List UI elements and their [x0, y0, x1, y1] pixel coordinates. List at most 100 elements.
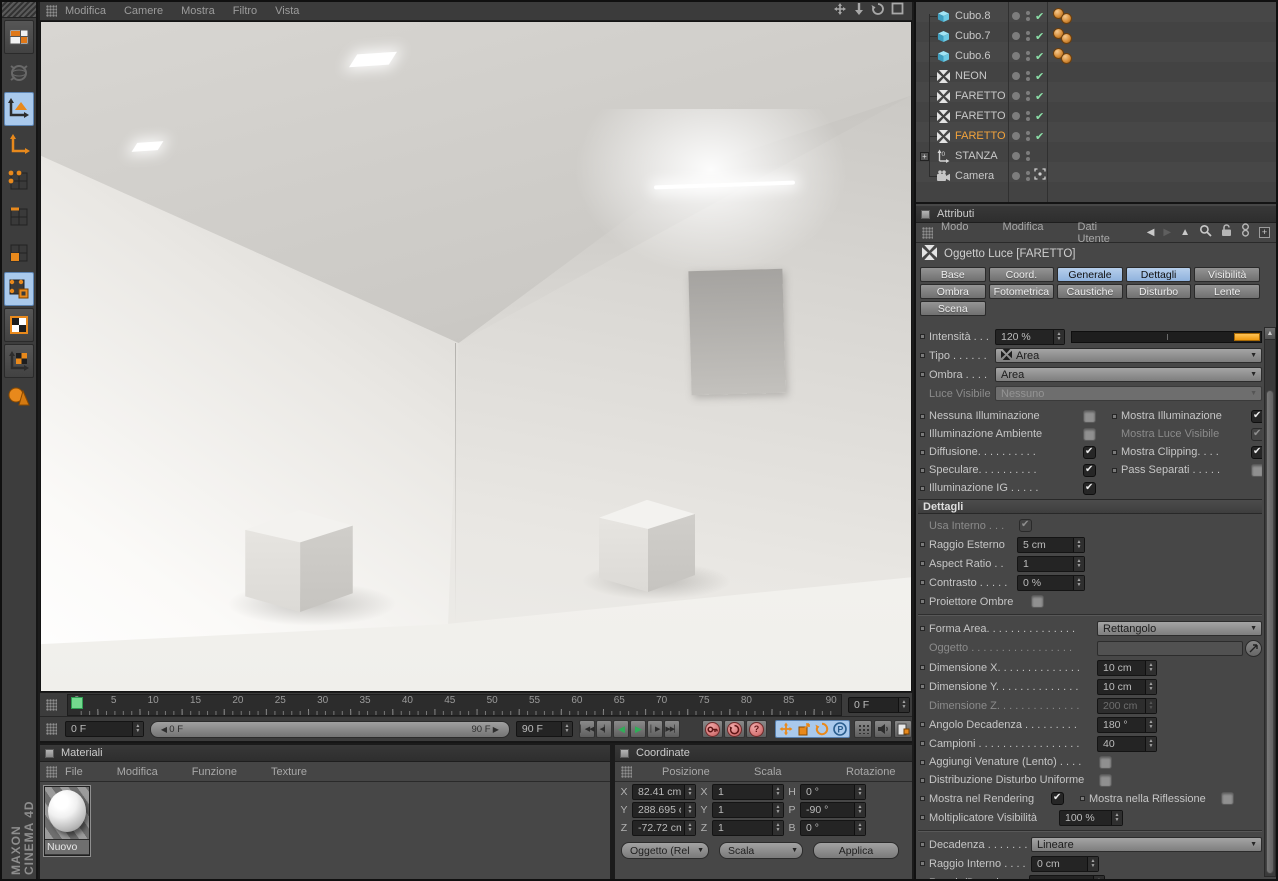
- track-box[interactable]: [920, 741, 925, 746]
- spinner-arrows-icon[interactable]: [684, 821, 695, 835]
- layer-dot[interactable]: [1012, 92, 1020, 100]
- object-row[interactable]: Cubo.7: [916, 26, 1276, 46]
- go-to-start-button[interactable]: [579, 720, 595, 738]
- layout-grid-icon[interactable]: [4, 20, 34, 54]
- end-frame-field[interactable]: 90 F: [515, 721, 573, 737]
- enabled-check-icon[interactable]: [1035, 110, 1044, 123]
- window-drag-hatch[interactable]: [2, 2, 36, 18]
- spinner-arrows-icon[interactable]: [1053, 329, 1064, 344]
- shadow-dropdown[interactable]: Area: [995, 367, 1262, 382]
- illuminazione-ambiente-checkbox[interactable]: [1083, 427, 1096, 441]
- tab-coord[interactable]: Coord.: [988, 267, 1055, 282]
- materials-menu-item[interactable]: Modifica: [117, 766, 158, 778]
- object-row[interactable]: FARETTO: [916, 86, 1276, 106]
- edges-mode-icon[interactable]: [4, 200, 34, 234]
- spinner-arrows-icon[interactable]: [854, 821, 865, 835]
- polygons-mode-icon[interactable]: [4, 236, 34, 270]
- tab-scena[interactable]: Scena: [920, 301, 986, 316]
- tab-caustiche[interactable]: Caustiche: [1057, 284, 1123, 299]
- track-box[interactable]: [920, 353, 925, 358]
- tab-disturbo[interactable]: Disturbo: [1125, 284, 1192, 299]
- spinner-arrows-icon[interactable]: [1073, 556, 1084, 571]
- attributes-menu-item[interactable]: Modifica: [1003, 221, 1044, 245]
- layer-dot[interactable]: [1012, 132, 1020, 140]
- layer-dot[interactable]: [1012, 172, 1020, 180]
- track-box[interactable]: [1080, 796, 1085, 801]
- key-position-icon[interactable]: [777, 721, 794, 737]
- tab-ombra[interactable]: Ombra: [920, 284, 986, 299]
- scale-x-field[interactable]: 1: [712, 784, 784, 800]
- spinner-arrows-icon[interactable]: [561, 722, 572, 736]
- decadenza-dropdown[interactable]: Lineare: [1031, 837, 1262, 852]
- pan-icon[interactable]: [833, 2, 847, 21]
- spinner-arrows-icon[interactable]: [772, 821, 783, 835]
- key-rotation-icon[interactable]: [813, 721, 830, 737]
- rotate-icon[interactable]: [871, 2, 885, 21]
- attributes-menu-item[interactable]: Dati Utente: [1078, 221, 1131, 245]
- layer-dot[interactable]: [1012, 152, 1020, 160]
- rotation-p-field[interactable]: -90 °: [800, 802, 866, 818]
- mostra-rendering-checkbox[interactable]: [1051, 792, 1064, 805]
- track-box[interactable]: [920, 861, 925, 866]
- spinner-arrows-icon[interactable]: [854, 785, 865, 799]
- track-box[interactable]: [920, 561, 925, 566]
- position-z-field[interactable]: -72.72 cm: [632, 820, 696, 836]
- autokey-button[interactable]: [724, 720, 745, 738]
- texture-tags[interactable]: [1053, 48, 1072, 64]
- track-box[interactable]: [920, 334, 925, 339]
- enabled-check-icon[interactable]: [1035, 90, 1044, 103]
- scale-mode-dropdown[interactable]: Scala: [719, 842, 803, 859]
- spinner-arrows-icon[interactable]: [1111, 810, 1122, 825]
- track-box[interactable]: [920, 815, 925, 820]
- point-level-animation-icon[interactable]: [854, 720, 872, 738]
- mostra-illuminazione-checkbox[interactable]: [1251, 409, 1262, 423]
- position-x-field[interactable]: 82.41 cm: [632, 784, 696, 800]
- object-picker-icon[interactable]: [1245, 639, 1262, 657]
- drag-grip-icon[interactable]: [46, 5, 57, 17]
- track-box[interactable]: [920, 665, 925, 670]
- timeline-playhead[interactable]: [71, 696, 83, 709]
- enabled-check-icon[interactable]: [1035, 130, 1044, 143]
- link-circles-icon[interactable]: [1241, 223, 1250, 242]
- track-box[interactable]: [920, 759, 925, 765]
- spinner-arrows-icon[interactable]: [1145, 736, 1156, 751]
- object-row[interactable]: NEON: [916, 66, 1276, 86]
- nessuna-illuminazione-checkbox[interactable]: [1083, 409, 1096, 423]
- drag-grip-icon[interactable]: [922, 226, 933, 239]
- viewport-menu-item[interactable]: Vista: [275, 5, 299, 17]
- angolo-decadenza-field[interactable]: 180 °: [1097, 716, 1157, 733]
- next-frame-button[interactable]: [647, 720, 663, 738]
- add-panel-icon[interactable]: [1259, 227, 1270, 238]
- enabled-check-icon[interactable]: [1035, 70, 1044, 83]
- viewport-menu-item[interactable]: Modifica: [65, 5, 106, 17]
- proiettore-ombre-checkbox[interactable]: [1031, 595, 1044, 608]
- layer-dot[interactable]: [1012, 72, 1020, 80]
- tab-visibilita[interactable]: Visibilità: [1194, 267, 1260, 282]
- previous-key-button[interactable]: [596, 720, 612, 738]
- tab-generale[interactable]: Generale: [1057, 267, 1123, 282]
- object-row[interactable]: Cubo.8: [916, 6, 1276, 26]
- diffusione-checkbox[interactable]: [1083, 445, 1096, 459]
- texture-tags[interactable]: [1053, 28, 1072, 44]
- attributes-menu-item[interactable]: Modo: [941, 221, 969, 245]
- selection-filter-icon[interactable]: [4, 380, 34, 414]
- texture-mode-icon[interactable]: [4, 272, 34, 306]
- layer-dot[interactable]: [1012, 12, 1020, 20]
- keyframe-options-button[interactable]: ?: [746, 720, 767, 738]
- points-mode-icon[interactable]: [4, 164, 34, 198]
- coordinate-mode-dropdown[interactable]: Oggetto (Rel: [621, 842, 709, 859]
- oggetto-link-field[interactable]: [1097, 640, 1243, 656]
- track-box[interactable]: [920, 542, 925, 547]
- drag-grip-icon[interactable]: [46, 698, 57, 711]
- sound-icon[interactable]: [874, 720, 892, 738]
- object-row[interactable]: FARETTO: [916, 106, 1276, 126]
- speculare-checkbox[interactable]: [1083, 463, 1096, 477]
- spinner-arrows-icon[interactable]: [131, 722, 143, 736]
- slider-handle[interactable]: [1234, 332, 1260, 341]
- apply-button[interactable]: Applica: [813, 842, 899, 859]
- spinner-arrows-icon[interactable]: [1145, 717, 1156, 732]
- material-item[interactable]: Nuovo: [43, 785, 91, 857]
- tab-lente[interactable]: Lente: [1194, 284, 1260, 299]
- track-box[interactable]: [920, 580, 925, 585]
- object-row[interactable]: Camera: [916, 166, 1276, 186]
